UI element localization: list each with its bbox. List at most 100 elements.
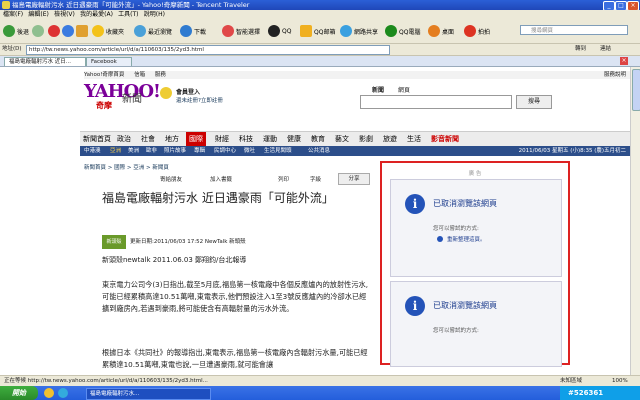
subnav-poll[interactable]: 民調中心 [214, 146, 236, 156]
subnav-photo[interactable]: 照片故事 [164, 146, 186, 156]
sub-nav: 中港澳 亞洲 美洲 歐非 照片故事 專輯 民調中心 微吐 生活見聞頭 公共消息 … [80, 146, 630, 156]
nav-politics[interactable]: 政治 [114, 132, 134, 146]
subnav-europe[interactable]: 歐非 [146, 146, 157, 156]
address-input[interactable]: http://tw.news.yahoo.com/article/url/d/a… [26, 45, 390, 55]
close-tab-icon[interactable]: × [620, 57, 628, 65]
nav-health[interactable]: 健康 [284, 132, 304, 146]
tool-bookmark[interactable]: 加入書籤 [210, 175, 232, 183]
newtalk-logo[interactable]: 新頭殼 [102, 235, 126, 249]
paipai-icon [464, 25, 476, 37]
menu-edit[interactable]: 編輯(E) [28, 10, 48, 19]
taskbar-window-item[interactable]: 福島電廠輻射污水... [86, 388, 211, 400]
nav-arts[interactable]: 藝文 [332, 132, 352, 146]
tool-email[interactable]: 寄給朋友 [160, 175, 182, 183]
register-hint[interactable]: 還未註冊?立即註冊 [176, 96, 223, 104]
news-brand: 新聞 [122, 94, 142, 105]
retry-link[interactable]: 重新整理這頁。 [447, 235, 486, 243]
nav-home[interactable]: 新聞首頁 [80, 132, 114, 146]
share-button[interactable]: 分享 [338, 173, 370, 185]
nav-international[interactable]: 國際 [186, 132, 206, 146]
article-title: 福島電廠輻射污水 近日遇豪雨「可能外流」 [102, 191, 334, 205]
search-button[interactable]: 搜尋 [516, 95, 552, 109]
bullet-icon [437, 236, 443, 242]
tool-font-size[interactable]: 字級 [310, 175, 321, 183]
stop-button[interactable] [48, 23, 62, 39]
top-link-services[interactable]: 服務 [155, 72, 166, 78]
info-icon: i [405, 194, 425, 214]
menu-view[interactable]: 檢視(V) [54, 10, 75, 19]
history-icon [134, 25, 146, 37]
news-search-input[interactable] [360, 95, 512, 109]
nav-life[interactable]: 生活 [404, 132, 424, 146]
forward-arrow-icon [32, 25, 44, 37]
window-title: 福島電廠輻射污水 近日遇豪雨「可能外流」- Yahoo!奇摩新聞 - Tence… [12, 1, 250, 9]
tab-article[interactable]: 福島電廠輻射污水 近日... [4, 57, 86, 66]
download-button[interactable]: 下載 [180, 23, 206, 39]
ad-header: 廣 告 [468, 171, 482, 177]
browser-icon [2, 1, 10, 9]
scrollbar-thumb[interactable] [632, 69, 640, 111]
qqpc-button[interactable]: QQ電腦 [385, 23, 420, 39]
update-time: 2011/06/03 星期五 (小)8:35 (農)五月初二 [518, 148, 626, 154]
top-link-mail[interactable]: 信箱 [134, 72, 145, 78]
top-link-help[interactable]: 服務說明 [604, 71, 626, 79]
vertical-scrollbar[interactable] [630, 67, 640, 375]
shield-icon [385, 25, 397, 37]
menu-help[interactable]: 說明(H) [144, 10, 165, 19]
nav-finance[interactable]: 財經 [212, 132, 232, 146]
quicklaunch-icon[interactable] [58, 388, 68, 398]
subnav-asia[interactable]: 亞洲 [110, 146, 121, 156]
subnav-public[interactable]: 公共消息 [308, 146, 330, 156]
menu-tools[interactable]: 工具(T) [118, 10, 138, 19]
tray-clock: #526361 [568, 389, 604, 397]
ad-sidebar: 廣 告 i 已取消瀏覽該網頁 您可以嘗試的方式: 重新整理這頁。 i 已取消瀏覽… [380, 161, 570, 367]
tab-facebook[interactable]: Facebook [86, 57, 132, 66]
blocked-title: 已取消瀏覽該網頁 [433, 199, 497, 208]
qqmail-button[interactable]: QQ邮箱 [300, 23, 335, 39]
nav-tech[interactable]: 科技 [236, 132, 256, 146]
menu-file[interactable]: 檔案(F) [3, 10, 23, 19]
subnav-life[interactable]: 生活見聞頭 [264, 146, 292, 156]
subnav-weibo[interactable]: 微吐 [244, 146, 255, 156]
toolbar-search-input[interactable]: 搜尋網頁 [520, 25, 628, 35]
menu-favorites[interactable]: 我的最愛(A) [80, 10, 113, 19]
byline: 新頭殼newtalk 2011.06.03 鄭翔鈞/台北報導 [102, 256, 247, 264]
smart-select-button[interactable]: 智能選擇 [222, 23, 260, 39]
top-link-home[interactable]: Yahoo!奇摩首頁 [84, 72, 124, 78]
history-button[interactable]: 最近瀏覽 [134, 23, 172, 39]
nav-video[interactable]: 影音新聞 [428, 132, 462, 146]
forward-button[interactable] [32, 23, 46, 39]
nav-sports[interactable]: 運動 [260, 132, 280, 146]
update-line: 更新日期:2011/06/03 17:52 NewTalk 新頭殼 [130, 239, 246, 245]
tab-bar: 福島電廠輻射污水 近日... Facebook × [0, 56, 640, 67]
search-tab-news[interactable]: 新聞 [372, 85, 384, 94]
nav-travel[interactable]: 旅遊 [380, 132, 400, 146]
quicklaunch-icon[interactable] [44, 388, 54, 398]
home-button[interactable] [76, 23, 90, 39]
go-button[interactable]: 轉到 [575, 45, 586, 54]
links-label[interactable]: 連結 [600, 45, 611, 54]
tool-print[interactable]: 列印 [278, 175, 289, 183]
page-content: Yahoo!奇摩首頁 信箱 服務 服務說明 YAHOO! 奇摩 新聞 會員登入 … [0, 67, 630, 375]
desktop-button[interactable]: 桌面 [428, 23, 454, 39]
login-link[interactable]: 會員登入 [176, 87, 200, 96]
nav-local[interactable]: 地方 [162, 132, 182, 146]
nav-society[interactable]: 社會 [138, 132, 158, 146]
nav-education[interactable]: 教育 [308, 132, 328, 146]
nav-entertainment[interactable]: 影劇 [356, 132, 376, 146]
refresh-button[interactable] [62, 23, 76, 39]
subnav-hk[interactable]: 中港澳 [84, 146, 101, 156]
qq-button[interactable]: QQ [268, 23, 291, 39]
subnav-americas[interactable]: 美洲 [128, 146, 139, 156]
favorites-button[interactable]: 收藏夾 [92, 23, 124, 39]
search-tab-web[interactable]: 網頁 [398, 85, 410, 94]
back-button[interactable]: 後退 [3, 23, 29, 39]
subnav-special[interactable]: 專輯 [194, 146, 205, 156]
star-icon [92, 25, 104, 37]
select-icon [222, 25, 234, 37]
blocked-page-panel-2: i 已取消瀏覽該網頁 您可以嘗試的方式: [390, 281, 562, 367]
share-button[interactable]: 網路共享 [340, 23, 378, 39]
paipai-button[interactable]: 拍拍 [464, 23, 490, 39]
desktop-icon [428, 25, 440, 37]
start-button[interactable]: 開始 [0, 386, 38, 400]
